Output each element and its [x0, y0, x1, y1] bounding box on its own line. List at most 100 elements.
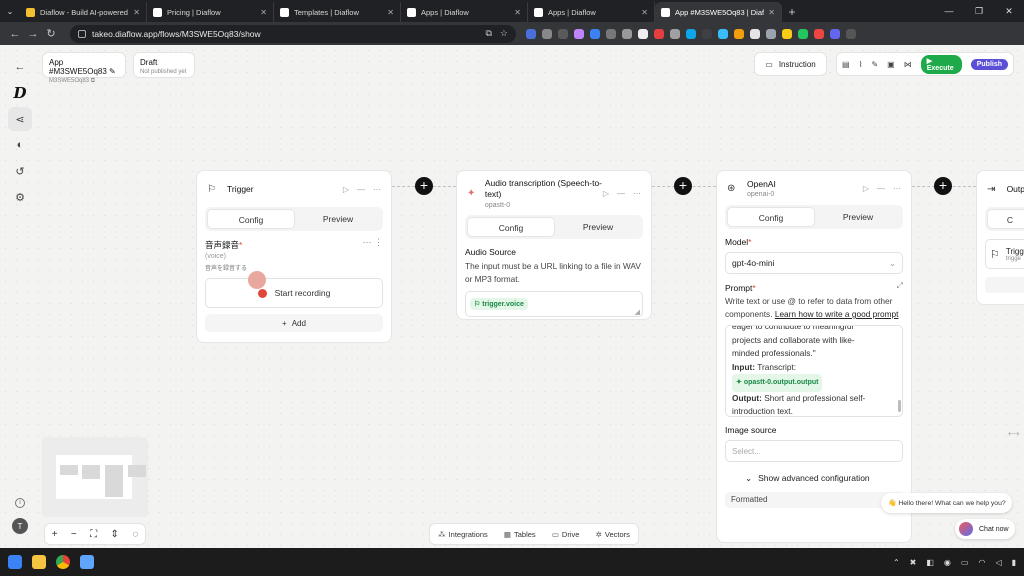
notepad-icon[interactable]	[80, 555, 94, 569]
extension-icon[interactable]	[782, 28, 792, 39]
minimize-icon[interactable]: —	[934, 0, 964, 22]
collapse-icon[interactable]: —	[877, 184, 885, 193]
extension-icon[interactable]	[830, 28, 840, 39]
browser-tab[interactable]: Apps | Diaflow ✕	[401, 2, 528, 22]
new-tab-button[interactable]: +	[782, 2, 802, 22]
trigger-node[interactable]: ⚐ Trigger ▷ — ⋯ Config Preview 音声録音* (voic…	[196, 170, 392, 343]
openai-node[interactable]: ⊛ OpenAI openai-0 ▷ — ⋯ Config Preview Mod…	[716, 170, 912, 543]
add-node-button[interactable]: +	[674, 177, 692, 195]
collapse-icon[interactable]: —	[617, 189, 625, 198]
tab-config[interactable]: Config	[207, 209, 295, 229]
browser-tab[interactable]: Diaflow - Build AI-powered app ✕	[20, 2, 147, 22]
model-select[interactable]: gpt-4o-mini ⌄	[725, 252, 903, 274]
chat-greeting-bubble[interactable]: 👋 Hello there! What can we help you?	[881, 493, 1012, 513]
drive-button[interactable]: ▭ Drive	[552, 530, 580, 539]
more-icon[interactable]: ⋯	[893, 184, 901, 193]
resize-handle-icon[interactable]: ◢	[635, 308, 640, 316]
execute-button[interactable]: ▶ Execute	[920, 54, 962, 74]
fit-view-icon[interactable]: ⛶	[90, 529, 97, 540]
file-explorer-icon[interactable]	[32, 555, 46, 569]
wifi-icon[interactable]: ◠	[978, 558, 985, 567]
save-icon[interactable]: ▣	[887, 60, 895, 69]
tab-config[interactable]: Config	[467, 217, 555, 237]
publish-button[interactable]: Publish	[970, 58, 1008, 70]
edit-pencil-icon[interactable]: ✎	[109, 67, 116, 76]
flow-canvas[interactable]: ← D ⋖ ◐ ↺ ⚙ i T App #M3SWE5Oq83 ✎ M3SWE5…	[0, 45, 1024, 548]
tray-app-icon[interactable]: ✖	[910, 558, 917, 567]
extension-icon[interactable]	[686, 28, 696, 39]
chrome-icon[interactable]	[56, 555, 70, 569]
arrange-icon[interactable]: ⇕	[111, 529, 119, 540]
integrations-button[interactable]: ⁂ Integrations	[438, 530, 488, 539]
extension-icon[interactable]	[766, 28, 776, 39]
variable-chip[interactable]: ✦ opastt-0.output.output	[732, 374, 823, 392]
extension-icon[interactable]	[574, 28, 584, 39]
flow-nodes-icon[interactable]: ⋖	[8, 107, 32, 131]
history-icon[interactable]: ↺	[8, 159, 32, 183]
settings-gear-icon[interactable]: ⚙	[8, 185, 32, 209]
tab-preview[interactable]: Preview	[815, 207, 901, 227]
vectors-button[interactable]: ✲ Vectors	[596, 530, 630, 539]
info-icon[interactable]: i	[15, 498, 25, 508]
field-more-icon[interactable]: ⋯ ⋮	[362, 237, 383, 248]
extension-icon[interactable]	[606, 28, 616, 39]
collapse-icon[interactable]: —	[357, 185, 365, 194]
output-node[interactable]: ⇥ Outp C ⚐ Trigg trigge	[976, 170, 1024, 305]
expand-icon[interactable]: ⤢	[897, 281, 903, 291]
close-tab-icon[interactable]: ✕	[260, 8, 267, 17]
prompt-help-link[interactable]: Learn how to write a good prompt	[775, 309, 899, 319]
tab-config[interactable]: C	[987, 209, 1024, 229]
document-icon[interactable]: ▤	[842, 60, 850, 69]
instruction-button[interactable]: ▭ Instruction	[754, 52, 827, 76]
extension-icon[interactable]	[590, 28, 600, 39]
extension-icon[interactable]	[798, 28, 808, 39]
tray-app-icon[interactable]: ◧	[926, 558, 934, 567]
browser-tab[interactable]: Apps | Diaflow ✕	[528, 2, 655, 22]
tray-app-icon[interactable]: ◉	[944, 558, 951, 567]
tables-button[interactable]: ▦ Tables	[504, 530, 536, 539]
extension-icon[interactable]	[526, 28, 536, 39]
extension-icon[interactable]	[622, 28, 632, 39]
user-avatar[interactable]: T	[12, 518, 28, 534]
formatted-option[interactable]: Formatted	[725, 492, 903, 508]
extension-icon[interactable]	[558, 28, 568, 39]
share-icon[interactable]: ⋈	[904, 60, 912, 69]
profile-icon[interactable]	[846, 28, 856, 39]
comment-icon[interactable]: ◌	[132, 529, 138, 540]
zoom-in-icon[interactable]: +	[52, 529, 58, 540]
minimap[interactable]	[42, 437, 148, 517]
zoom-out-icon[interactable]: −	[71, 529, 77, 540]
extension-icon[interactable]	[670, 28, 680, 39]
extension-icon[interactable]	[718, 28, 728, 39]
prompt-editor[interactable]: eager to contribute to meaningful projec…	[725, 325, 903, 417]
run-icon[interactable]: ▷	[343, 185, 349, 194]
restore-icon[interactable]: ❐	[964, 0, 994, 22]
back-arrow-icon[interactable]: ←	[8, 55, 32, 79]
scrollbar-thumb[interactable]	[898, 400, 901, 412]
close-tab-icon[interactable]: ✕	[133, 8, 140, 17]
extension-icon[interactable]	[814, 28, 824, 39]
image-source-select[interactable]: Select...	[725, 440, 903, 462]
extension-icon[interactable]	[654, 28, 664, 39]
tab-preview[interactable]: Preview	[295, 209, 381, 229]
audio-transcription-node[interactable]: ✦ Audio transcription (Speech-to-text) o…	[456, 170, 652, 320]
windows-start-icon[interactable]	[8, 555, 22, 569]
run-icon[interactable]: ▷	[603, 189, 609, 198]
tab-config[interactable]: Config	[727, 207, 815, 227]
close-tab-icon[interactable]: ✕	[768, 8, 775, 17]
add-output-button[interactable]	[985, 277, 1024, 293]
diaflow-logo-icon[interactable]: D	[8, 81, 32, 105]
extension-icon[interactable]	[638, 28, 648, 39]
more-icon[interactable]: ⋯	[373, 185, 381, 194]
palette-icon[interactable]: ◐	[8, 133, 32, 157]
run-icon[interactable]: ▷	[863, 184, 869, 193]
site-info-icon[interactable]	[78, 29, 86, 38]
close-tab-icon[interactable]: ✕	[514, 8, 521, 17]
bookmark-star-icon[interactable]: ☆	[500, 28, 508, 39]
tab-search-icon[interactable]: ⌄	[0, 0, 20, 22]
audio-source-input[interactable]: ⚐ trigger.voice ◢	[465, 291, 643, 317]
translate-icon[interactable]: ⧉	[485, 28, 491, 39]
edit-note-icon[interactable]: ✎	[871, 60, 878, 69]
tray-app-icon[interactable]: ▭	[961, 558, 969, 567]
output-item[interactable]: ⚐ Trigg trigge	[985, 239, 1024, 269]
